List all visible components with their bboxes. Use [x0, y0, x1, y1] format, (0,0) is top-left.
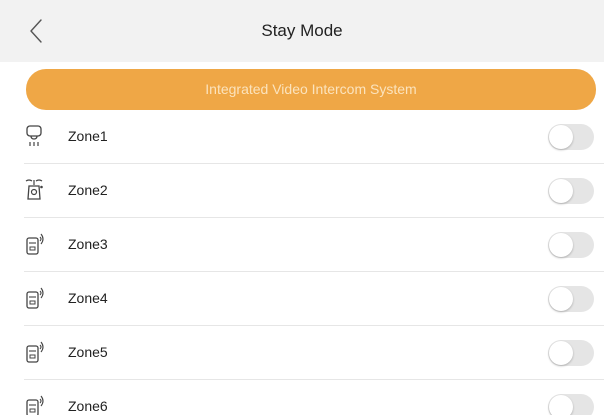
chevron-left-icon — [30, 19, 42, 43]
zone-2-toggle[interactable] — [548, 178, 594, 204]
smoke-detector-icon — [24, 124, 46, 148]
zone-row-1: Zone1 — [24, 110, 604, 164]
zone-label: Zone1 — [68, 128, 108, 144]
zone-1-toggle[interactable] — [548, 124, 594, 150]
wireless-door-sensor-icon — [24, 232, 46, 256]
header-bar: Stay Mode — [0, 0, 604, 62]
zone-3-toggle[interactable] — [548, 232, 594, 258]
wireless-door-sensor-icon — [24, 286, 46, 310]
zone-row-4: Zone4 — [24, 272, 604, 326]
zone-label: Zone2 — [68, 182, 108, 198]
zone-label: Zone6 — [68, 398, 108, 414]
toggle-knob — [549, 341, 573, 365]
wireless-door-sensor-icon — [24, 340, 46, 364]
stay-mode-screen: Stay Mode Integrated Video Intercom Syst… — [0, 0, 604, 415]
back-button[interactable] — [22, 16, 52, 46]
zone-5-toggle[interactable] — [548, 340, 594, 366]
gas-detector-icon — [24, 178, 46, 202]
zone-row-2: Zone2 — [24, 164, 604, 218]
zone-label: Zone4 — [68, 290, 108, 306]
toggle-knob — [549, 233, 573, 257]
zone-label: Zone5 — [68, 344, 108, 360]
zone-4-toggle[interactable] — [548, 286, 594, 312]
zone-row-6: Zone6 — [24, 380, 604, 415]
zone-label: Zone3 — [68, 236, 108, 252]
wireless-door-sensor-icon — [24, 394, 46, 415]
toggle-knob — [549, 395, 573, 415]
zone-row-3: Zone3 — [24, 218, 604, 272]
system-banner: Integrated Video Intercom System — [26, 69, 596, 110]
page-title: Stay Mode — [261, 21, 343, 40]
zone-list: Zone1 Zone2 Zone3 Zone4 Zone5 Zone6 — [0, 110, 604, 415]
zone-row-5: Zone5 — [24, 326, 604, 380]
zone-6-toggle[interactable] — [548, 394, 594, 415]
toggle-knob — [549, 125, 573, 149]
toggle-knob — [549, 179, 573, 203]
toggle-knob — [549, 287, 573, 311]
